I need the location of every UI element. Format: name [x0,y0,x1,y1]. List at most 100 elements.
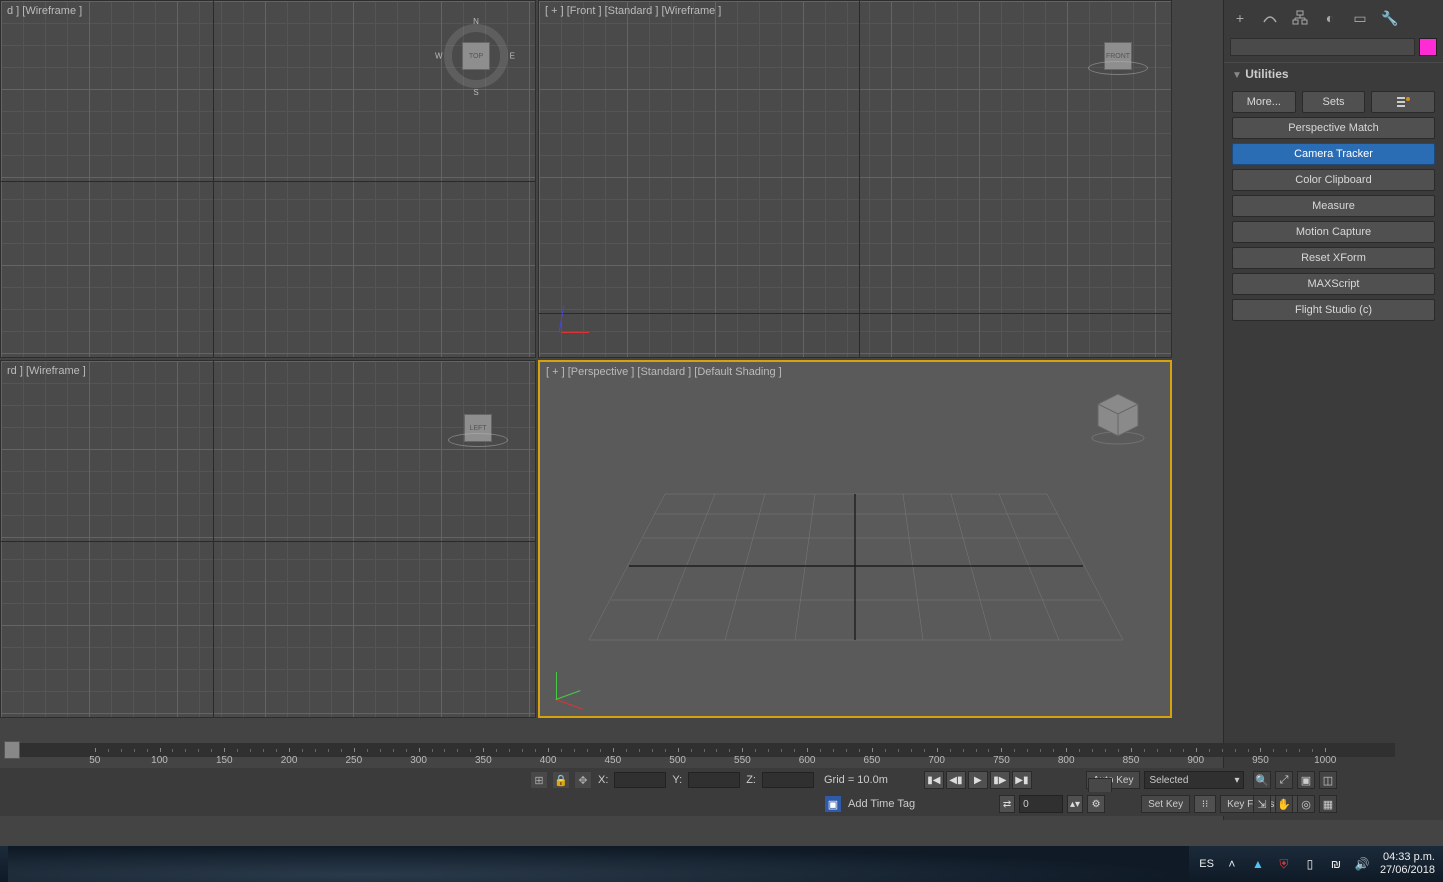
language-indicator[interactable]: ES [1199,858,1214,870]
tick-label: 700 [928,755,945,766]
pan-icon[interactable]: ⇲ [1253,795,1271,813]
isolate-selection-icon[interactable]: ⊞ [530,771,548,789]
sets-button[interactable]: Sets [1302,91,1366,113]
viewcube[interactable] [1088,388,1148,446]
walk-through-icon[interactable]: ◎ [1297,795,1315,813]
set-key-button[interactable]: Set Key [1141,795,1190,813]
axis-line-v [859,1,860,357]
viewports-area: d ] [Wireframe ] TOP N E S W [ + ] [Fron… [0,0,1170,720]
axis-line-v [213,1,214,357]
tick-label: 250 [345,755,362,766]
coord-z-label: Z: [744,774,758,786]
zoom-icon[interactable]: 🔍 [1253,771,1271,789]
viewport-nav-row-1: 🔍 ⤢ ▣ ◫ [1253,771,1337,789]
tray-battery-icon[interactable]: ▯ [1302,856,1318,872]
time-tag-icon[interactable]: ▣ [824,795,842,813]
display-tab-icon[interactable]: ▭ [1350,8,1370,28]
create-tab-icon[interactable]: + [1230,8,1250,28]
tick-label: 500 [669,755,686,766]
frame-spinner-icon[interactable]: ▴▾ [1067,795,1083,813]
axis-gizmo [561,295,599,333]
measure-button[interactable]: Measure [1232,195,1435,217]
perspective-match-button[interactable]: Perspective Match [1232,117,1435,139]
orbit-icon[interactable]: ✋ [1275,795,1293,813]
current-frame-input[interactable] [1019,795,1063,813]
tick-label: 400 [540,755,557,766]
tick-label: 100 [151,755,168,766]
goto-end-button[interactable]: ▶▮ [1012,771,1032,789]
tick-label: 600 [799,755,816,766]
viewport-nav-row-2: ⇲ ✋ ◎ ▦ [1253,795,1337,813]
next-frame-button[interactable]: ▮▶ [990,771,1010,789]
viewcube[interactable]: FRONT [1081,19,1155,93]
selection-lock-icon[interactable]: 🔒 [552,771,570,789]
tray-chevron-up-icon[interactable]: ˄ [1224,856,1240,872]
axis-line-h [1,181,535,182]
chevron-down-icon: ▾ [1234,775,1239,786]
key-filters-icon[interactable]: ⁝⁝ [1194,795,1216,813]
object-color-swatch[interactable] [1419,38,1437,56]
rollout-title: Utilities [1245,67,1288,81]
rollout-header-utilities[interactable]: ▼ Utilities [1224,62,1443,85]
more-button[interactable]: More... [1232,91,1296,113]
viewcube-base [1088,61,1148,75]
viewcube-ring [444,24,508,88]
windows-taskbar: ES ˄ ▲ ⛨ ▯ ₪ 🔊 04:33 p.m. 27/06/2018 [0,846,1443,882]
prev-frame-button[interactable]: ◀▮ [946,771,966,789]
compass-w: W [435,52,443,61]
viewcube[interactable]: TOP N E S W [439,19,513,93]
fov-icon[interactable]: ◫ [1319,771,1337,789]
coord-x-label: X: [596,774,610,786]
coord-y-input[interactable] [688,772,740,788]
goto-start-button[interactable]: ▮◀ [924,771,944,789]
modify-tab-icon[interactable] [1260,8,1280,28]
color-clipboard-button[interactable]: Color Clipboard [1232,169,1435,191]
tick-label: 750 [993,755,1010,766]
tray-network-icon[interactable]: ₪ [1328,856,1344,872]
tick-label: 200 [281,755,298,766]
tick-label: 1000 [1314,755,1336,766]
zoom-all-icon[interactable]: ⤢ [1275,771,1293,789]
add-time-tag-label[interactable]: Add Time Tag [846,798,917,810]
list-icon [1396,95,1410,109]
coord-z-input[interactable] [762,772,814,788]
key-mode-toggle-icon[interactable]: ⇄ [999,795,1015,813]
coord-y-label: Y: [670,774,684,786]
tick-label: 150 [216,755,233,766]
viewcube[interactable]: LEFT [441,391,515,465]
tick-label: 350 [475,755,492,766]
maxscript-button[interactable]: MAXScript [1232,273,1435,295]
motion-capture-button[interactable]: Motion Capture [1232,221,1435,243]
viewport-top[interactable]: d ] [Wireframe ] TOP N E S W [0,0,536,358]
panel-tabs: + ◐ ▭ 🔧 [1224,0,1443,36]
tray-volume-icon[interactable]: 🔊 [1354,856,1370,872]
tick-label: 850 [1123,755,1140,766]
max-toggle-icon[interactable]: ▦ [1319,795,1337,813]
viewport-label[interactable]: [ + ] [Perspective ] [Standard ] [Defaul… [546,366,782,378]
reset-xform-button[interactable]: Reset XForm [1232,247,1435,269]
transform-type-in-icon[interactable]: ✥ [574,771,592,789]
hierarchy-tab-icon[interactable] [1290,8,1310,28]
compass-n: N [473,17,479,26]
play-button[interactable]: ▶ [968,771,988,789]
tray-shield-icon[interactable]: ⛨ [1276,856,1292,872]
motion-tab-icon[interactable]: ◐ [1320,8,1340,28]
taskbar-left [8,846,1189,882]
time-config-button[interactable]: ⚙ [1087,795,1105,813]
name-color-row [1224,36,1443,62]
utilities-tab-icon[interactable]: 🔧 [1380,8,1400,28]
coord-x-input[interactable] [614,772,666,788]
status-bar-row-1: ⊞ 🔒 ✥ X: Y: Z: Grid = 10.0m ▮◀ ◀▮ ▶ ▮▶ ▶… [0,768,1395,792]
zoom-extents-icon[interactable]: ▣ [1297,771,1315,789]
key-target-dropdown[interactable]: Selected▾ [1144,771,1244,789]
viewport-left[interactable]: rd ] [Wireframe ] LEFT [0,360,536,718]
flight-studio-button[interactable]: Flight Studio (c) [1232,299,1435,321]
tray-autodesk-icon[interactable]: ▲ [1250,856,1266,872]
taskbar-clock[interactable]: 04:33 p.m. 27/06/2018 [1380,851,1435,876]
viewport-front[interactable]: [ + ] [Front ] [Standard ] [Wireframe ] … [538,0,1172,358]
sets-config-button[interactable] [1371,91,1435,113]
camera-tracker-button[interactable]: Camera Tracker [1232,143,1435,165]
axis-line-h [1,541,535,542]
viewport-perspective[interactable]: [ + ] [Perspective ] [Standard ] [Defaul… [538,360,1172,718]
object-name-input[interactable] [1230,38,1415,56]
